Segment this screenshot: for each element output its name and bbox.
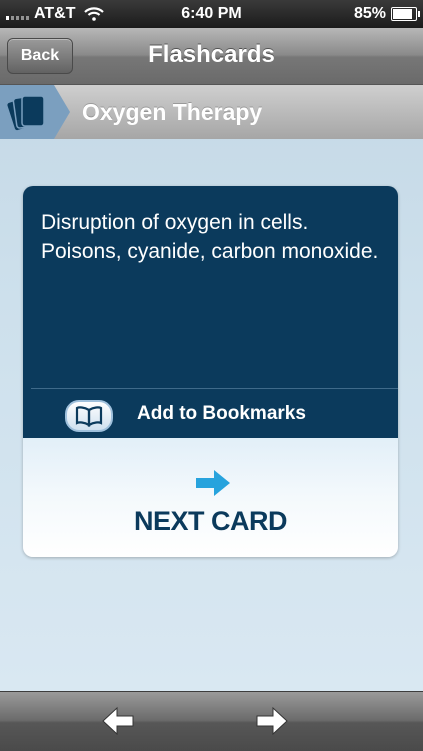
add-to-bookmarks-button[interactable]: Add to Bookmarks [23, 389, 398, 438]
right-arrow-icon[interactable] [255, 706, 289, 736]
battery-info: 85% [353, 5, 420, 23]
bottom-toolbar [0, 691, 423, 751]
left-arrow-icon[interactable] [101, 706, 135, 736]
section-chevron [54, 85, 70, 139]
next-card-button[interactable]: NEXT CARD [23, 438, 398, 557]
right-arrow-icon [196, 470, 230, 496]
flashcard: Disruption of oxygen in cells. Poisons, … [23, 186, 398, 557]
next-card-label: NEXT CARD [133, 506, 288, 536]
battery-icon [391, 7, 420, 21]
page-title: Flashcards [148, 41, 275, 68]
open-book-icon [65, 400, 113, 432]
flashcard-text: Disruption of oxygen in cells. Poisons, … [41, 211, 379, 263]
flashcards-stack-icon [0, 85, 54, 139]
bookmark-label: Add to Bookmarks [137, 403, 306, 424]
navigation-bar: Back Flashcards [0, 28, 423, 85]
flashcard-face[interactable]: Disruption of oxygen in cells. Poisons, … [23, 186, 398, 438]
section-header: Oxygen Therapy [0, 85, 423, 139]
status-bar: AT&T 6:40 PM 85% [0, 0, 423, 28]
battery-percent: 85% [353, 5, 386, 22]
section-title: Oxygen Therapy [82, 99, 263, 125]
